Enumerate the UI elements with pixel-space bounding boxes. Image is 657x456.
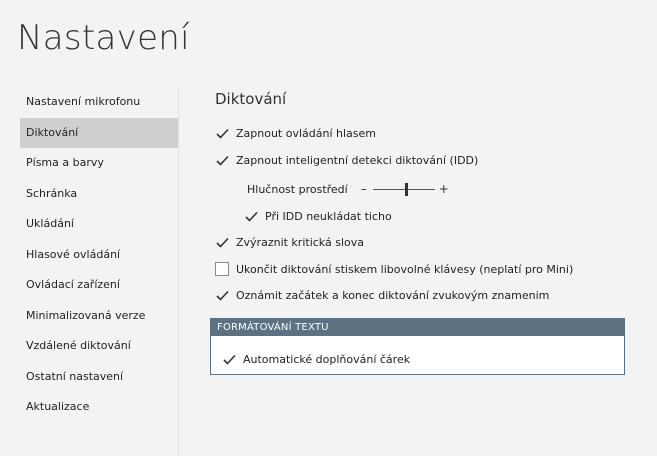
sidebar-item-microphone[interactable]: Nastavení mikrofonu [20,87,178,118]
option-label: Oznámit začátek a konec diktování zvukov… [236,288,550,302]
option-auto-commas[interactable]: Automatické doplňování čárek [222,351,410,367]
checkbox-unchecked-icon[interactable] [215,262,229,276]
checkbox-checked-icon[interactable] [215,126,229,140]
sidebar-item-dictation[interactable]: Diktování [20,117,178,148]
sidebar-divider [178,87,179,456]
noise-level-label: Hlučnost prostředí [247,182,348,196]
sidebar-item-clipboard[interactable]: Schránka [20,179,178,210]
option-sound-signal[interactable]: Oznámit začátek a konec diktování zvukov… [215,287,549,303]
option-label: Zapnout inteligentní detekci diktování (… [236,153,479,167]
section-content: Diktování [215,90,286,122]
option-label: Zapnout ovládání hlasem [236,126,377,140]
sidebar-item-saving[interactable]: Ukládání [20,209,178,240]
section-title: Diktování [215,90,287,108]
option-stop-any-key[interactable]: Ukončit diktování stiskem libovolné kláv… [215,261,573,277]
page-title: Nastavení [17,18,190,58]
option-voice-control[interactable]: Zapnout ovládání hlasem [215,125,376,141]
settings-window: Nastavení Nastavení mikrofonu Diktování … [0,0,657,456]
noise-level-slider[interactable]: – + [358,182,450,196]
sidebar-item-control-devices[interactable]: Ovládací zařízení [20,270,178,301]
sidebar-item-voice-control[interactable]: Hlasové ovládání [20,240,178,271]
checkbox-checked-icon[interactable] [215,235,229,249]
sidebar-item-fonts-colors[interactable]: Písma a barvy [20,148,178,179]
group-header: FORMÁTOVÁNÍ TEXTU [211,319,624,336]
option-idd[interactable]: Zapnout inteligentní detekci diktování (… [215,152,478,168]
sidebar-item-other-settings[interactable]: Ostatní nastavení [20,362,178,393]
sidebar-item-minimized-version[interactable]: Minimalizovaná verze [20,301,178,332]
sidebar-item-updates[interactable]: Aktualizace [20,392,178,423]
checkbox-checked-icon[interactable] [215,153,229,167]
option-label: Automatické doplňování čárek [243,352,411,366]
option-highlight-critical[interactable]: Zvýraznit kritická slova [215,234,364,250]
checkbox-checked-icon[interactable] [222,352,236,366]
sidebar-item-remote-dictation[interactable]: Vzdálené diktování [20,331,178,362]
slider-plus-icon[interactable]: + [438,182,450,196]
slider-thumb[interactable] [404,182,408,196]
sidebar: Nastavení mikrofonu Diktování Písma a ba… [20,87,178,423]
option-label: Ukončit diktování stiskem libovolné kláv… [236,262,574,276]
option-idd-no-silence[interactable]: Při IDD neukládat ticho [244,208,392,224]
checkbox-checked-icon[interactable] [244,209,258,223]
slider-minus-icon[interactable]: – [358,182,370,196]
slider-track[interactable] [372,182,435,196]
noise-level-row: Hlučnost prostředí – + [247,181,450,197]
option-label: Zvýraznit kritická slova [236,235,364,249]
checkbox-checked-icon[interactable] [215,288,229,302]
option-label: Při IDD neukládat ticho [265,209,392,223]
